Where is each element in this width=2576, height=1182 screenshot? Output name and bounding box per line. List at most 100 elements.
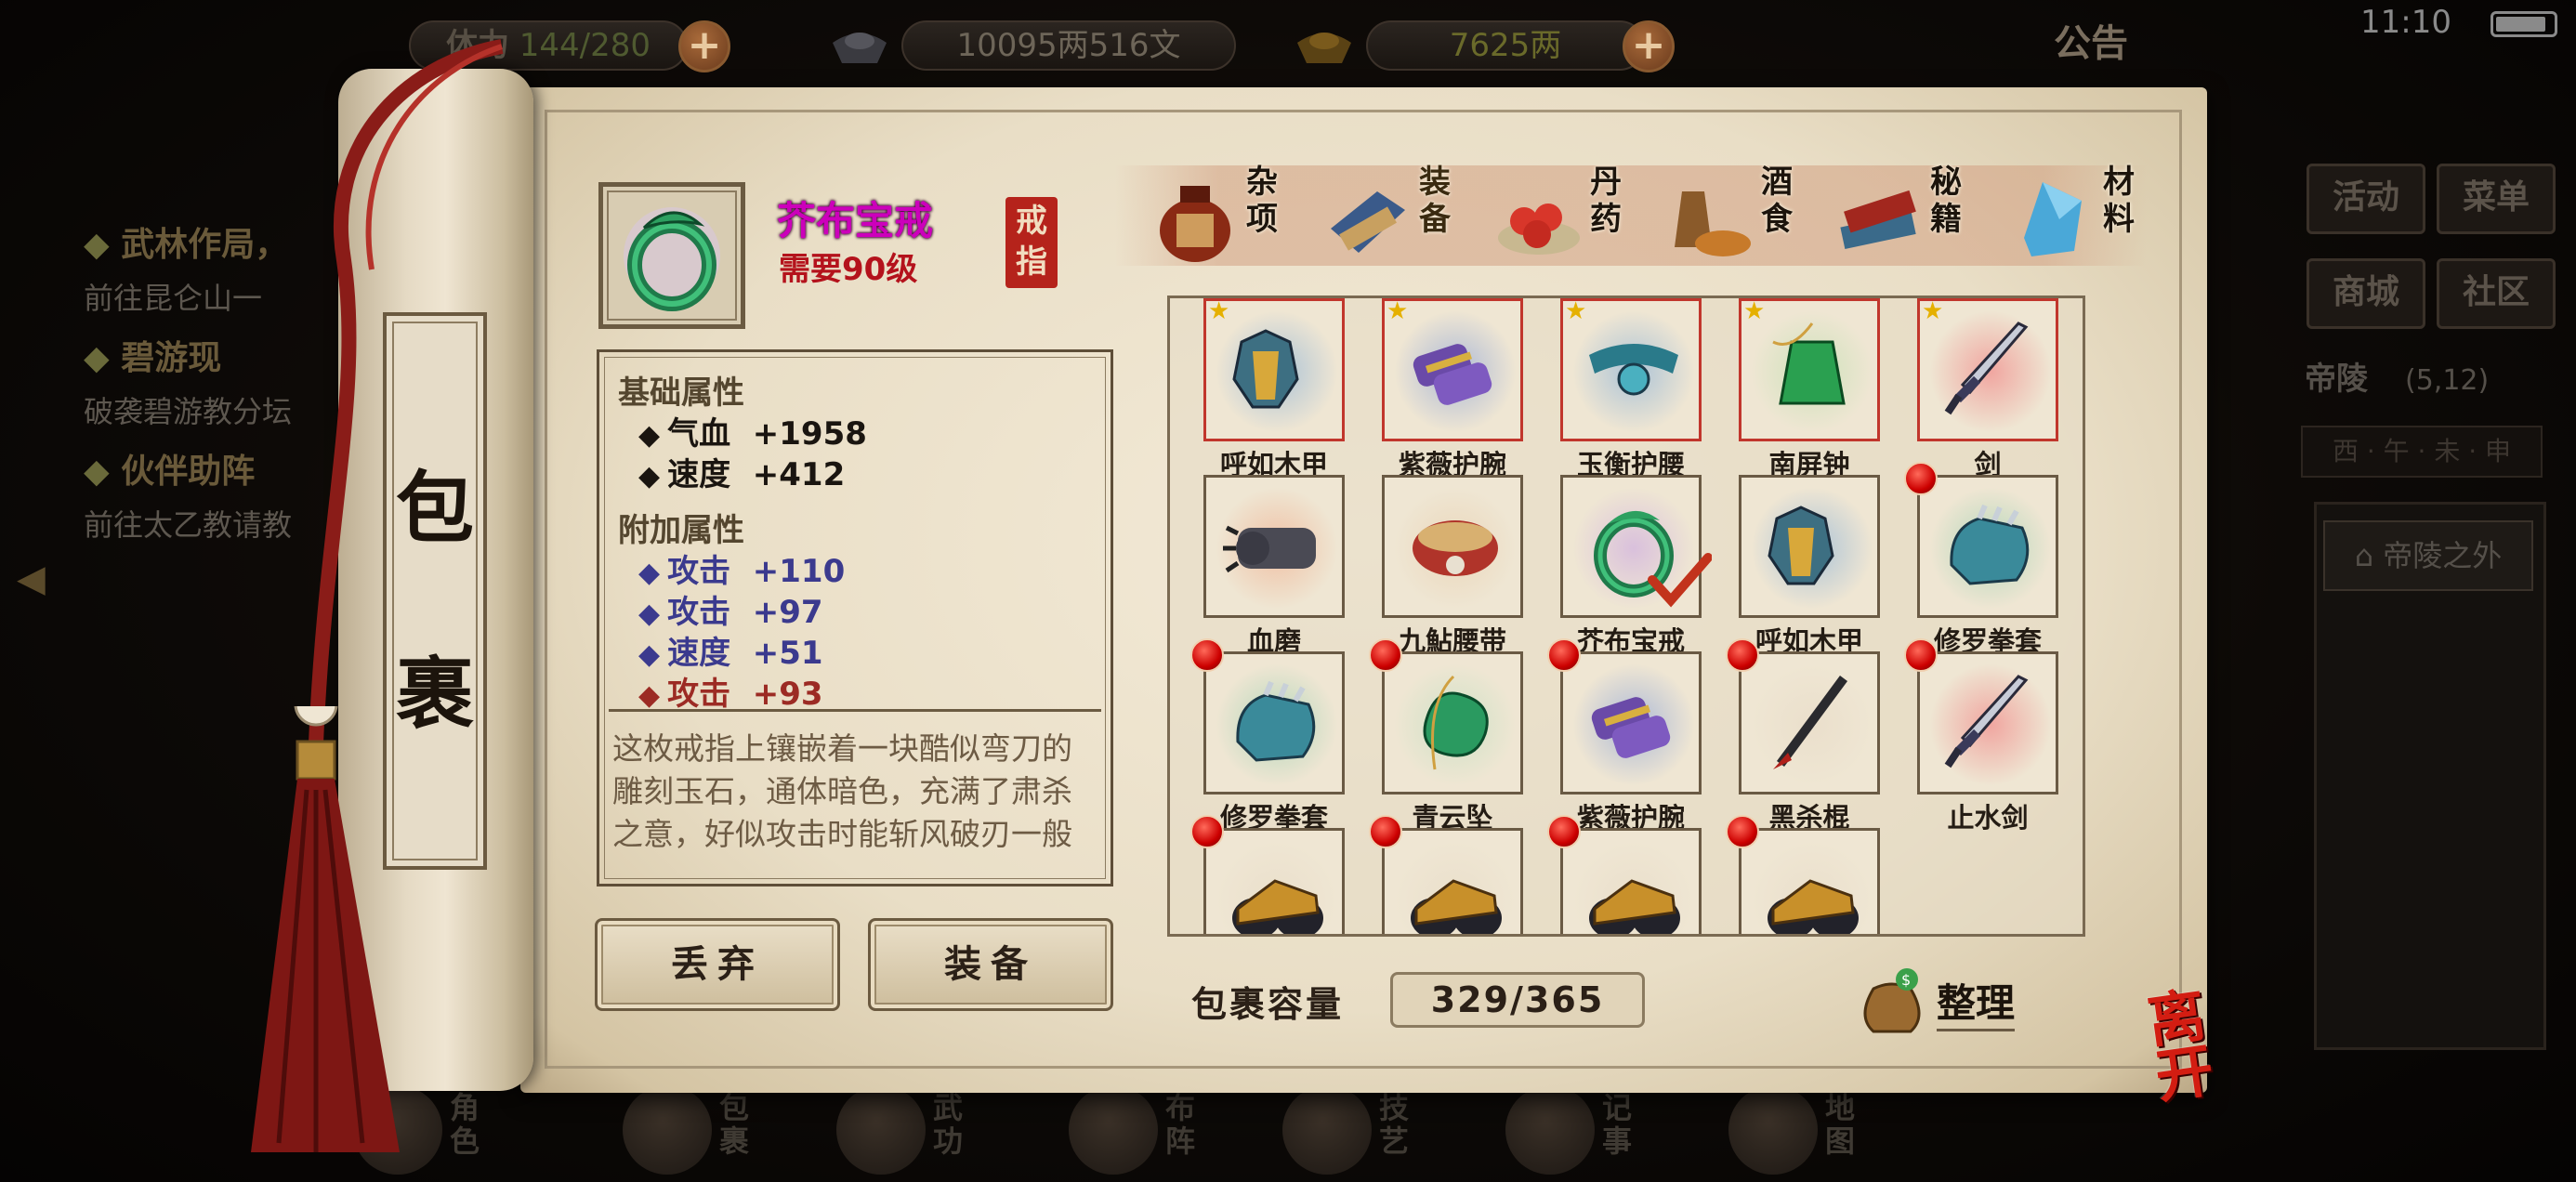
capacity-value: 329/365 [1390, 972, 1645, 1028]
inventory-slot[interactable]: ★ 南屏钟 [1739, 297, 1880, 480]
collapse-arrow-icon[interactable]: ◀ [17, 558, 54, 613]
staff-icon [1773, 676, 1848, 769]
waistband-icon [1413, 520, 1498, 576]
base-attr-line: ◆ 速度 +412 [638, 456, 846, 493]
fist-icon [1236, 680, 1316, 762]
tab-materials[interactable]: 材料 [2004, 164, 2167, 271]
community-button[interactable]: 社区 [2437, 258, 2556, 329]
svg-text:$: $ [1901, 971, 1911, 989]
inventory-slot[interactable]: 青云坠 [1369, 638, 1523, 834]
inventory-slot[interactable]: 黑杀棍 [1726, 638, 1880, 834]
inventory-slot-frame [1560, 651, 1702, 795]
attribute-panel: 基础属性 ◆ 气血 +1958 ◆ 速度 +412 附加属性 ◆ 攻击 +110 ◆ 攻… [597, 349, 1113, 886]
location-coords: (5,12) [2405, 364, 2490, 397]
new-item-dot-icon [1726, 638, 1759, 672]
crystal-icon [2024, 182, 2082, 256]
inventory-slot-frame [1560, 475, 1712, 618]
item-description: 这枚戒指上镶嵌着一块酷似弯刀的雕刻玉石，通体暗色，充满了肃杀之意，好似攻击时能斩… [612, 730, 1072, 852]
new-item-dot-icon [1547, 815, 1581, 848]
equipped-star-icon: ★ [1208, 297, 1230, 325]
tab-misc[interactable]: 杂项 [1147, 164, 1310, 271]
notice-button[interactable]: 公告 [2054, 13, 2128, 67]
stamina-value: 144/280 [519, 27, 651, 64]
diamond-icon: ◆ [638, 419, 661, 452]
inventory-slot[interactable]: ★ 剑 [1917, 298, 2058, 480]
gold-plus-button[interactable]: + [1623, 20, 1675, 72]
armor-icon [1768, 506, 1834, 585]
pendant-icon [1423, 675, 1489, 770]
location-outside-button[interactable]: ⌂ 帝陵之外 [2323, 520, 2533, 591]
sort-button[interactable]: $ 整理 [1855, 961, 2041, 1035]
extra-attr-line: ◆ 攻击 +97 [638, 594, 823, 631]
inventory-slot[interactable]: 芥布宝戒 [1560, 475, 1712, 657]
equipment-icon [1331, 191, 1405, 253]
scroll-rope-icon [309, 39, 504, 744]
bracer-gold-icon [1589, 879, 1680, 934]
selected-item-level: 需要90级 [779, 251, 918, 288]
diamond-icon: ◆ [84, 226, 122, 264]
map-icon [1728, 1085, 1818, 1175]
equipped-star-icon: ★ [1743, 297, 1766, 325]
new-item-dot-icon [1904, 638, 1938, 672]
tab-pills[interactable]: 丹药 [1491, 164, 1654, 271]
equip-button[interactable]: 装备 [868, 918, 1113, 1011]
extra-attr-line: ◆ 攻击 +110 [638, 553, 846, 590]
inventory-slot-frame: ★ [1203, 298, 1345, 441]
inventory-slot[interactable]: 止水剑 [1904, 638, 2058, 834]
inventory-slot[interactable] [1547, 815, 1702, 934]
bracer-gold-icon [1232, 879, 1323, 934]
discard-button[interactable]: 丢弃 [595, 918, 840, 1011]
leave-button[interactable]: 离开 [2144, 979, 2272, 1114]
item-type-seal: 戒指 [1005, 197, 1058, 288]
inventory-slot-frame [1203, 651, 1345, 795]
inventory-slot[interactable]: 修罗拳套 [1190, 638, 1345, 834]
inventory-slot-frame [1382, 828, 1523, 934]
inventory-slot[interactable]: ★ 紫薇护腕 [1382, 297, 1523, 480]
stamina-plus-button[interactable]: + [678, 20, 730, 72]
diamond-icon: ◆ [638, 557, 661, 589]
crafts-icon [1282, 1085, 1372, 1175]
inventory-slot[interactable]: ★ 呼如木甲 [1203, 298, 1345, 480]
activity-button[interactable]: 活动 [2307, 164, 2425, 234]
gold-ingot-icon [1297, 33, 1351, 63]
inventory-slot-frame [1917, 651, 2058, 795]
equipped-star-icon: ★ [1387, 297, 1409, 325]
silver-value: 10095两516文 [901, 20, 1236, 71]
base-attr-title: 基础属性 [618, 374, 744, 412]
tab-books[interactable]: 秘籍 [1831, 164, 1994, 271]
inventory-slot[interactable] [1190, 815, 1345, 934]
bracer-gold-icon [1411, 879, 1502, 934]
inventory-slot[interactable]: 紫薇护腕 [1547, 638, 1702, 834]
diamond-icon: ◆ [84, 453, 122, 491]
journal-icon [1505, 1085, 1595, 1175]
menu-button[interactable]: 菜单 [2437, 164, 2556, 234]
inventory-slot[interactable]: 血磨 [1203, 475, 1345, 657]
tab-equipment[interactable]: 装备 [1320, 164, 1483, 271]
capacity-label: 包裹容量 [1191, 984, 1345, 1025]
inventory-slot[interactable] [1369, 815, 1523, 934]
new-item-dot-icon [1190, 638, 1224, 672]
inventory-slot[interactable]: 修罗拳套 [1904, 462, 2058, 657]
tab-food[interactable]: 酒食 [1662, 164, 1825, 271]
inventory-grid: ★ 呼如木甲 ★ 紫薇护腕 ★ 玉衡护腰 ★ 南屏钟 ★ 剑血磨 九鮎腰带 芥布宝戒 呼如木甲 修罗拳套修… [1167, 296, 2085, 937]
selected-item-frame [598, 182, 745, 329]
inventory-item-name: 止水剑 [1947, 802, 2029, 834]
inventory-slot[interactable]: 九鮎腰带 [1382, 475, 1523, 657]
inventory-slot-frame: ★ [1917, 298, 2058, 441]
bag-icon [623, 1085, 712, 1175]
money-bag-icon: $ [1863, 968, 1921, 1033]
base-attr-line: ◆ 气血 +1958 [638, 415, 867, 453]
shop-button[interactable]: 商城 [2307, 258, 2425, 329]
inventory-slot[interactable] [1726, 815, 1880, 934]
clock: 11:10 [2360, 4, 2451, 41]
inventory-slot-frame: ★ [1560, 298, 1702, 441]
inventory-slot[interactable]: 呼如木甲 [1739, 475, 1880, 657]
new-item-dot-icon [1369, 638, 1402, 672]
pill-icon [1498, 204, 1580, 255]
extra-attr-title: 附加属性 [618, 512, 744, 549]
home-icon: ⌂ [2354, 538, 2384, 573]
top-resource-bar: 体力 144/280 + 10095两516文 7625两 + [353, 7, 2212, 72]
diamond-icon: ◆ [638, 638, 661, 671]
armor-icon [1232, 329, 1299, 409]
inventory-slot[interactable]: ★ 玉衡护腰 [1560, 298, 1702, 480]
